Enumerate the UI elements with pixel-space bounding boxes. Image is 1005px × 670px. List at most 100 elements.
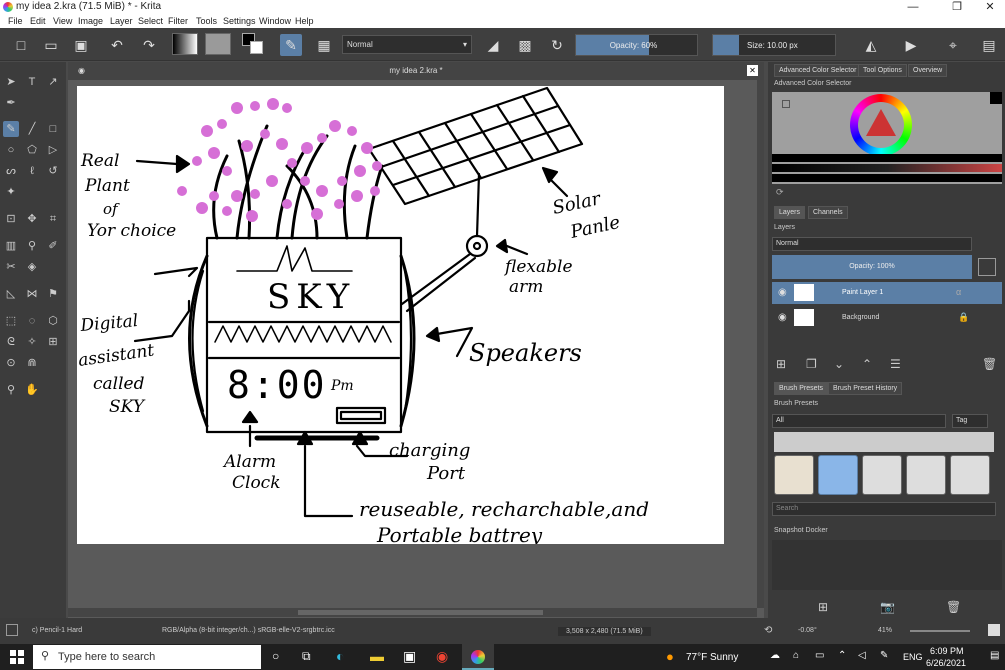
cortana-icon[interactable]: ○: [272, 649, 279, 663]
weather-text[interactable]: 77°F Sunny: [686, 652, 738, 663]
snapshot-list[interactable]: [772, 540, 1002, 590]
bezier-tool-icon[interactable]: ᔕ: [3, 163, 19, 179]
gradient-tool-icon[interactable]: ▥: [3, 238, 19, 254]
windows-start-icon[interactable]: [10, 650, 24, 664]
shade-bar-1[interactable]: [772, 154, 1002, 162]
layer-filter-icon[interactable]: ☰: [890, 357, 901, 371]
brush-row-1[interactable]: [774, 432, 994, 452]
measure-tool-icon[interactable]: ◺: [3, 286, 19, 302]
brush-preset-pencil[interactable]: [774, 455, 814, 495]
eye-icon[interactable]: ◉: [778, 312, 787, 323]
polygon-tool-icon[interactable]: ⬠: [24, 142, 40, 158]
lock-icon[interactable]: 🔒: [958, 312, 969, 323]
language-indicator[interactable]: ENG: [903, 652, 923, 662]
menu-filter[interactable]: Filter: [168, 16, 188, 26]
smart-patch-icon[interactable]: ✐: [45, 238, 61, 254]
ellipse-tool-icon[interactable]: ○: [3, 142, 19, 158]
rotate-icon[interactable]: ⟲: [764, 625, 772, 636]
close-button[interactable]: ✕: [975, 0, 1005, 15]
brush-search-input[interactable]: Search: [772, 502, 996, 516]
layer-row-background[interactable]: ◉ Background 🔒: [772, 307, 1002, 329]
alpha-lock-icon[interactable]: ▩: [514, 34, 536, 56]
pan-tool-icon[interactable]: ✋: [24, 382, 40, 398]
move-tool-icon[interactable]: ✥: [24, 211, 40, 227]
zoom-tool-icon[interactable]: ⚲: [3, 382, 19, 398]
edit-shapes-icon[interactable]: ↗: [45, 74, 61, 90]
task-view-icon[interactable]: ⧉: [302, 649, 311, 664]
line-tool-icon[interactable]: ╱: [24, 121, 40, 137]
cloud-icon[interactable]: ☁: [770, 650, 780, 661]
layer-row-paint-layer-1[interactable]: ◉ Paint Layer 1 α: [772, 282, 1002, 304]
workspace-icon[interactable]: ▦: [313, 34, 335, 56]
rectangle-tool-icon[interactable]: □: [45, 121, 61, 137]
brush-preset-icon[interactable]: ✎: [280, 34, 302, 56]
delete-snapshot-icon[interactable]: 🗑: [946, 600, 961, 614]
text-tool-icon[interactable]: T: [24, 74, 40, 90]
pen-icon[interactable]: ✎: [880, 650, 888, 661]
menu-view[interactable]: View: [53, 16, 72, 26]
color-menu-icon[interactable]: [782, 100, 790, 108]
tab-brush-preset-history[interactable]: Brush Preset History: [828, 382, 903, 395]
tab-brush-presets[interactable]: Brush Presets: [774, 382, 828, 395]
maximize-button[interactable]: ❐: [942, 0, 972, 15]
shade-bar-2[interactable]: [772, 164, 1002, 172]
tag-button[interactable]: Tag: [952, 414, 988, 428]
brush-filter-select[interactable]: All: [772, 414, 946, 428]
reload-preset-icon[interactable]: ↻: [546, 34, 568, 56]
perspective-tool-icon[interactable]: ⋈: [24, 286, 40, 302]
tab-advanced-color-selector[interactable]: Advanced Color Selector: [774, 64, 862, 77]
undo-icon[interactable]: ↶: [106, 34, 128, 56]
menu-edit[interactable]: Edit: [30, 16, 46, 26]
rect-select-icon[interactable]: ⬚: [3, 313, 19, 329]
redo-icon[interactable]: ↷: [138, 34, 160, 56]
delete-layer-icon[interactable]: 🗑: [982, 357, 997, 371]
status-zoom[interactable]: 41%: [878, 627, 892, 634]
eye-icon[interactable]: ◉: [778, 287, 787, 298]
gradient-swatch[interactable]: [172, 33, 198, 55]
battery-icon[interactable]: ▭: [815, 650, 824, 661]
tab-layers[interactable]: Layers: [774, 206, 806, 219]
volume-icon[interactable]: ◁: [858, 650, 866, 661]
horizontal-scrollbar[interactable]: [68, 608, 757, 617]
blend-mode-select[interactable]: Normal ▾: [342, 35, 472, 54]
layer-blend-select[interactable]: Normal: [772, 237, 972, 251]
edge-icon[interactable]: ◐: [336, 648, 344, 664]
toolbar-menu-icon[interactable]: ▤: [978, 34, 1000, 56]
add-snapshot-icon[interactable]: ⊞: [818, 600, 828, 614]
freehand-brush-icon[interactable]: ✎: [3, 121, 19, 137]
network-icon[interactable]: ⌂: [793, 650, 799, 661]
brush-preset-ink[interactable]: [862, 455, 902, 495]
freehand-path-icon[interactable]: ℓ: [24, 163, 40, 179]
menu-file[interactable]: File: [8, 16, 23, 26]
new-document-icon[interactable]: □: [10, 34, 32, 56]
opacity-slider[interactable]: Opacity: 60%: [575, 34, 698, 56]
tab-overview[interactable]: Overview: [908, 64, 948, 77]
color-picker-icon[interactable]: ⚲: [24, 238, 40, 254]
vertical-scrollbar[interactable]: [757, 80, 764, 608]
color-select-icon[interactable]: ⊞: [45, 334, 61, 350]
notifications-icon[interactable]: ▤: [990, 650, 999, 661]
brush-preset-charcoal[interactable]: [906, 455, 946, 495]
wrap-around-icon[interactable]: ⌖: [942, 34, 964, 56]
move-layer-up-icon[interactable]: ⌃: [862, 357, 872, 371]
eraser-icon[interactable]: ◢: [482, 34, 504, 56]
camera-icon[interactable]: 📷: [880, 600, 895, 614]
brush-preset-selected[interactable]: [818, 455, 858, 495]
alpha-lock-icon[interactable]: α: [956, 287, 961, 297]
pattern-swatch[interactable]: [205, 33, 231, 55]
fill-tool-icon[interactable]: ◈: [24, 259, 40, 275]
size-slider[interactable]: Size: 10.00 px: [712, 34, 836, 56]
color-wheel[interactable]: [850, 94, 912, 156]
minimize-button[interactable]: —: [898, 0, 928, 15]
save-icon[interactable]: ▣: [70, 34, 92, 56]
taskbar-search-input[interactable]: ⚲ Type here to search: [33, 645, 261, 669]
dynamic-brush-icon[interactable]: ↺: [45, 163, 61, 179]
freehand-select-icon[interactable]: ᘓ: [3, 334, 19, 350]
magnetic-select-icon[interactable]: ⋒: [24, 355, 40, 371]
chrome-icon[interactable]: ◉: [436, 648, 448, 665]
mirror-vertical-icon[interactable]: ▶: [900, 34, 922, 56]
add-layer-icon[interactable]: ⊞: [776, 357, 786, 371]
reference-tool-icon[interactable]: ⚑: [45, 286, 61, 302]
clock-time[interactable]: 6:09 PM: [930, 646, 964, 656]
status-rotation[interactable]: -0.08°: [798, 627, 817, 634]
